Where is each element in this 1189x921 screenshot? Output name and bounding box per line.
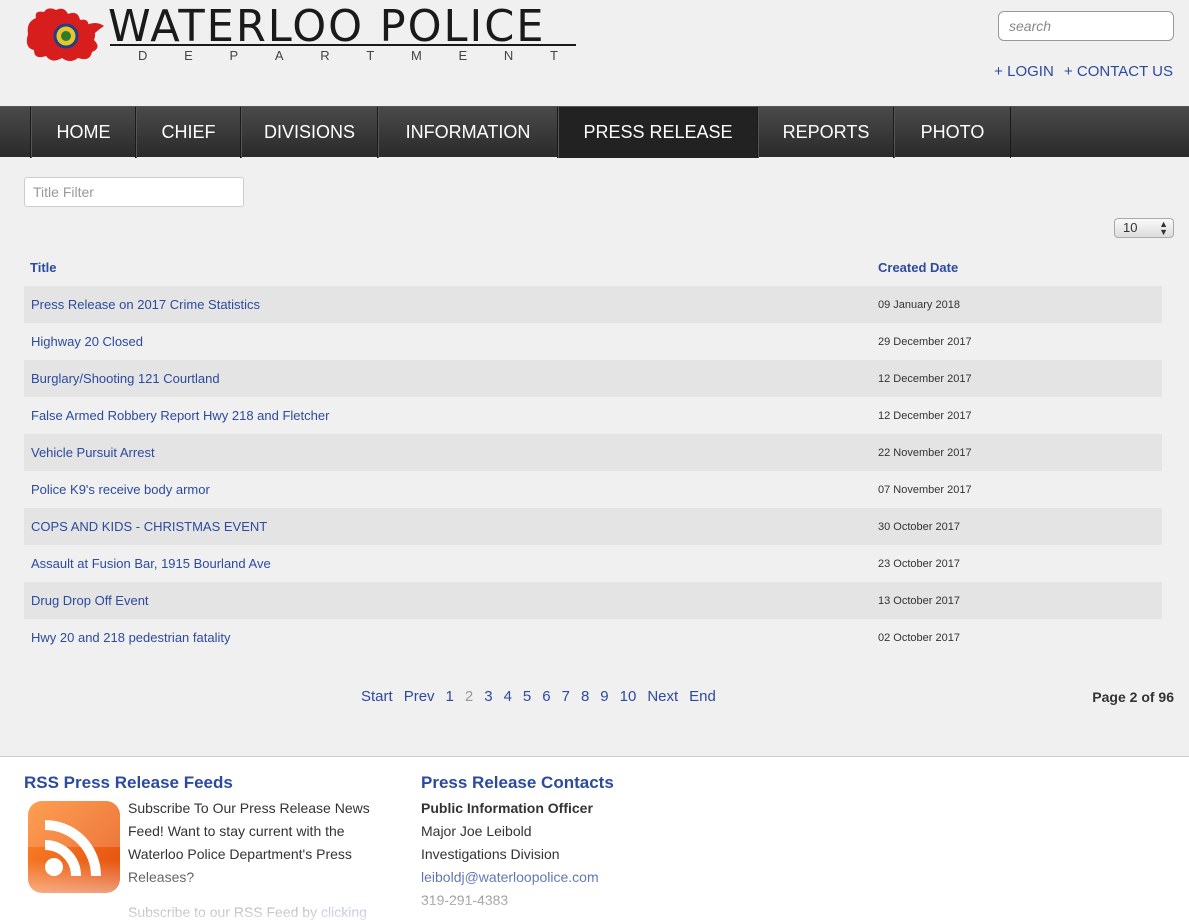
pager-page-link[interactable]: 6 xyxy=(542,688,550,708)
rss-feed-icon[interactable] xyxy=(28,801,120,893)
row-title-link[interactable]: Police K9's receive body armor xyxy=(31,482,210,497)
row-date: 29 December 2017 xyxy=(878,335,972,348)
main-nav: HOME CHIEF DIVISIONS INFORMATION PRESS R… xyxy=(0,106,1189,158)
logo-letter: N xyxy=(503,48,514,63)
lion-crest-icon xyxy=(26,8,104,61)
press-release-table: Press Release on 2017 Crime Statistics 0… xyxy=(24,286,1162,656)
table-row: Burglary/Shooting 121 Courtland 12 Decem… xyxy=(24,360,1162,397)
title-filter-input[interactable]: Title Filter xyxy=(24,177,244,207)
nav-divisions[interactable]: DIVISIONS xyxy=(241,107,378,158)
nav-information[interactable]: INFORMATION xyxy=(378,107,558,158)
pager-end-link[interactable]: End xyxy=(689,688,716,708)
row-title-link[interactable]: Hwy 20 and 218 pedestrian fatality xyxy=(31,630,230,645)
pager-next-link[interactable]: Next xyxy=(647,688,678,708)
logo-letter: E xyxy=(184,48,193,63)
row-date: 02 October 2017 xyxy=(878,631,960,644)
per-page-select[interactable]: 10 ▲ ▼ xyxy=(1114,218,1174,238)
pager-page-link[interactable]: 1 xyxy=(446,688,454,708)
contact-phone: 319-291-4383 xyxy=(421,892,509,908)
logo-subtitle: D E P A R T M E N T xyxy=(138,48,558,63)
rss-glyph-icon xyxy=(28,801,120,877)
per-page-value: 10 xyxy=(1123,220,1138,235)
pager-prev-link[interactable]: Prev xyxy=(404,688,435,708)
contact-division: Investigations Division xyxy=(421,846,560,862)
rss-paragraph: Subscribe To Our Press Release News Feed… xyxy=(128,800,370,885)
login-link[interactable]: + LOGIN xyxy=(994,63,1054,80)
logo-letter: E xyxy=(458,48,468,63)
pager-page-link[interactable]: 7 xyxy=(562,688,570,708)
row-title-link[interactable]: Vehicle Pursuit Arrest xyxy=(31,445,155,460)
nav-chief[interactable]: CHIEF xyxy=(136,107,241,158)
contact-role: Public Information Officer xyxy=(421,800,593,816)
rss-heading: RSS Press Release Feeds xyxy=(24,773,233,792)
pager-start-link[interactable]: Start xyxy=(361,688,393,708)
pager-page-link[interactable]: 8 xyxy=(581,688,589,708)
site-logo[interactable]: WATERLOO POLICE D E P A R T M E N T xyxy=(24,1,584,68)
logo-letter: R xyxy=(320,48,330,63)
logo-letter: M xyxy=(410,48,422,63)
logo-letter: T xyxy=(549,48,558,63)
row-date: 12 December 2017 xyxy=(878,372,972,385)
logo-rule xyxy=(110,44,576,46)
page-info: Page 2 of 96 xyxy=(1092,689,1174,705)
select-arrows-icon: ▲ ▼ xyxy=(1159,219,1168,237)
table-row: COPS AND KIDS - CHRISTMAS EVENT 30 Octob… xyxy=(24,508,1162,545)
pagination: Start Prev 1 2 3 4 5 6 7 8 9 10 Next End xyxy=(361,688,727,708)
nav-photo[interactable]: PHOTO xyxy=(894,107,1011,158)
row-date: 23 October 2017 xyxy=(878,557,960,570)
column-header-created-date[interactable]: Created Date xyxy=(878,260,958,275)
row-title-link[interactable]: Highway 20 Closed xyxy=(31,334,143,349)
row-title-link[interactable]: False Armed Robbery Report Hwy 218 and F… xyxy=(31,408,329,423)
table-row: Highway 20 Closed 29 December 2017 xyxy=(24,323,1162,360)
pager-page-link[interactable]: 3 xyxy=(484,688,492,708)
rss-description: Subscribe To Our Press Release News Feed… xyxy=(128,797,388,921)
rss-subscribe-line: Subscribe to our RSS Feed by clicking xyxy=(128,901,388,921)
contacts-heading: Press Release Contacts xyxy=(421,773,614,792)
row-title-link[interactable]: Assault at Fusion Bar, 1915 Bourland Ave xyxy=(31,556,271,571)
logo-letter: P xyxy=(229,48,239,63)
table-row: Hwy 20 and 218 pedestrian fatality 02 Oc… xyxy=(24,619,1162,656)
nav-press-release[interactable]: PRESS RELEASE xyxy=(558,107,758,158)
contacts-block: Public Information Officer Major Joe Lei… xyxy=(421,797,599,912)
column-header-title[interactable]: Title xyxy=(30,260,57,275)
rss-subscribe-text: Subscribe to our RSS Feed by xyxy=(128,904,318,920)
table-row: Vehicle Pursuit Arrest 22 November 2017 xyxy=(24,434,1162,471)
site-header: WATERLOO POLICE D E P A R T M E N T sear… xyxy=(0,0,1189,106)
nav-home[interactable]: HOME xyxy=(31,107,136,158)
site-footer: RSS Press Release Feeds Subscribe To Our… xyxy=(0,756,1189,921)
row-date: 07 November 2017 xyxy=(878,483,972,496)
pager-page-link[interactable]: 5 xyxy=(523,688,531,708)
row-date: 09 January 2018 xyxy=(878,298,960,311)
table-row: Drug Drop Off Event 13 October 2017 xyxy=(24,582,1162,619)
logo-letter: A xyxy=(274,48,284,63)
top-links: + LOGIN + CONTACT US xyxy=(988,63,1173,80)
row-title-link[interactable]: Drug Drop Off Event xyxy=(31,593,149,608)
row-date: 12 December 2017 xyxy=(878,409,972,422)
pager-page-link[interactable]: 9 xyxy=(600,688,608,708)
pager-current-page: 2 xyxy=(464,688,474,705)
contact-us-link[interactable]: + CONTACT US xyxy=(1064,63,1173,80)
logo-letter: D xyxy=(138,48,148,63)
row-title-link[interactable]: COPS AND KIDS - CHRISTMAS EVENT xyxy=(31,519,267,534)
contact-name: Major Joe Leibold xyxy=(421,823,532,839)
nav-reports[interactable]: REPORTS xyxy=(758,107,894,158)
table-row: Press Release on 2017 Crime Statistics 0… xyxy=(24,286,1162,323)
rss-clicking-link[interactable]: clicking xyxy=(321,904,367,920)
table-row: False Armed Robbery Report Hwy 218 and F… xyxy=(24,397,1162,434)
row-date: 13 October 2017 xyxy=(878,594,960,607)
row-title-link[interactable]: Press Release on 2017 Crime Statistics xyxy=(31,297,260,312)
table-row: Police K9's receive body armor 07 Novemb… xyxy=(24,471,1162,508)
logo-letter: T xyxy=(366,48,375,63)
row-title-link[interactable]: Burglary/Shooting 121 Courtland xyxy=(31,371,220,386)
table-row: Assault at Fusion Bar, 1915 Bourland Ave… xyxy=(24,545,1162,582)
row-date: 30 October 2017 xyxy=(878,520,960,533)
pager-page-link[interactable]: 10 xyxy=(620,688,637,708)
search-input[interactable]: search xyxy=(998,11,1174,41)
pager-page-link[interactable]: 4 xyxy=(504,688,512,708)
contact-email-link[interactable]: leiboldj@waterloopolice.com xyxy=(421,866,599,889)
row-date: 22 November 2017 xyxy=(878,446,972,459)
